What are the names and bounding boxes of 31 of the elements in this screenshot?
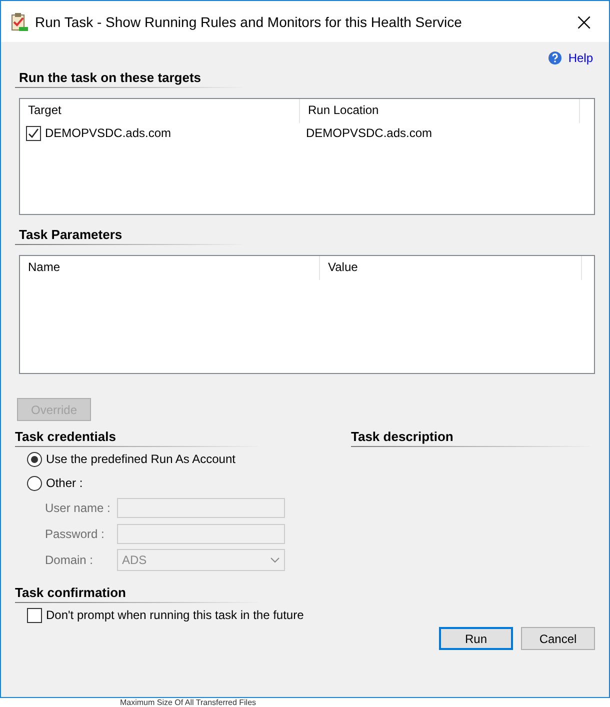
checkbox[interactable]	[27, 608, 42, 622]
field-label: Domain :	[45, 553, 94, 567]
field-label: Password :	[45, 527, 106, 541]
radio-label: Use the predefined Run As Account	[46, 452, 236, 466]
close-button[interactable]: ×	[567, 6, 601, 36]
help-icon	[548, 51, 562, 65]
window-title: Run Task - Show Running Rules and Monitors for this Health Service	[35, 14, 463, 30]
clipboard-icon	[9, 12, 29, 32]
column-header[interactable]: Run Location	[300, 99, 580, 123]
help-link[interactable]: Help	[568, 51, 593, 65]
radio-button[interactable]	[27, 452, 42, 466]
background-text: Maximum Size Of All Transferred Files	[120, 698, 256, 707]
field-label: User name :	[45, 501, 112, 515]
section-heading: Run the task on these targets	[15, 68, 243, 88]
table-cell: DEMOPVSDC.ads.com	[306, 126, 432, 140]
radio-button[interactable]	[27, 476, 42, 490]
section-heading: Task credentials	[15, 427, 259, 447]
radio-label: Other :	[46, 476, 83, 490]
section-heading: Task description	[351, 427, 591, 447]
run-button[interactable]: Run	[439, 627, 513, 650]
column-header[interactable]: Target	[20, 99, 300, 123]
section-heading: Task Parameters	[15, 225, 243, 245]
checkmark-icon	[28, 128, 39, 138]
section-heading: Task confirmation	[15, 583, 259, 603]
chevron-down-icon	[270, 557, 280, 563]
column-header[interactable]: Name	[20, 256, 320, 280]
checkbox[interactable]	[26, 126, 41, 140]
cancel-button[interactable]: Cancel	[521, 627, 595, 650]
checkbox-label: Don't prompt when running this task in the future	[46, 608, 304, 622]
table-cell: DEMOPVSDC.ads.com	[45, 126, 172, 140]
column-header[interactable]: Value	[320, 256, 582, 280]
